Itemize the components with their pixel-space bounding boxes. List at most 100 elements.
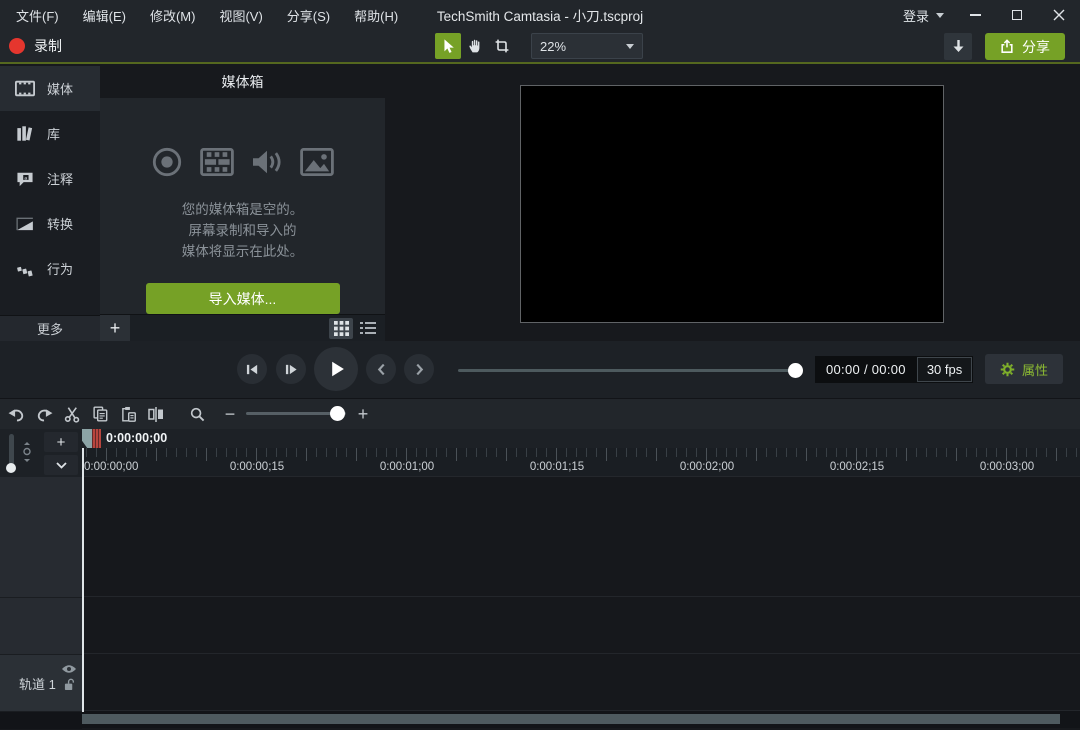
playback-bar: 00:00 / 00:00 30 fps 属性 [0, 341, 1080, 398]
menu-help[interactable]: 帮助(H) [342, 0, 410, 32]
play-button[interactable] [314, 347, 358, 391]
list-view-button[interactable] [356, 318, 380, 339]
timeline-empty-area[interactable] [82, 477, 1080, 597]
menu-edit[interactable]: 编辑(E) [71, 0, 138, 32]
grid-view-button[interactable] [329, 318, 353, 339]
seek-slider[interactable] [458, 369, 800, 372]
undo-button[interactable] [3, 401, 29, 427]
sidebar-item-behaviors[interactable]: 行为 [0, 246, 100, 291]
step-forward-button[interactable] [276, 354, 306, 384]
copy-icon [93, 406, 108, 422]
sidebar-item-annotations[interactable]: a 注释 [0, 156, 100, 201]
cut-button[interactable] [59, 401, 85, 427]
media-bin-empty-text: 您的媒体箱是空的。 屏幕录制和导入的 媒体将显示在此处。 [182, 199, 304, 262]
annotation-icon: a [14, 171, 36, 187]
redo-icon [36, 407, 53, 422]
timeline-zoom-thumb[interactable] [330, 406, 345, 421]
track-header-spacer [0, 598, 82, 655]
sidebar-item-label: 行为 [47, 259, 73, 278]
redo-button[interactable] [31, 401, 57, 427]
plus-icon: + [57, 434, 66, 451]
zoom-out-button[interactable]: − [217, 401, 243, 427]
timeline-empty-area[interactable] [82, 597, 1080, 654]
caret-down-icon [626, 44, 634, 49]
preview-canvas[interactable] [520, 85, 944, 323]
media-bin-title: 媒体箱 [100, 66, 385, 98]
eye-icon[interactable] [61, 664, 77, 674]
track-header-spacer [0, 477, 82, 598]
add-track-button[interactable]: + [44, 432, 78, 452]
timeline-ruler[interactable]: 0:00:00;00 0:00:00;15 0:00:01;00 0:00:01… [82, 448, 1080, 477]
record-button[interactable]: 录制 [9, 30, 62, 62]
playhead-in-handle[interactable] [82, 429, 92, 448]
behaviors-icon [14, 261, 36, 277]
ruler-label: 0:00:01;00 [380, 461, 434, 473]
playhead-handle[interactable] [82, 429, 101, 448]
menu-bar: 文件(F) 编辑(E) 修改(M) 视图(V) 分享(S) 帮助(H) [0, 0, 410, 32]
login-menu[interactable]: 登录 [893, 6, 954, 25]
add-media-button[interactable]: + [100, 315, 130, 341]
timeline-toolbar: − + [0, 398, 1080, 429]
seek-slider-thumb[interactable] [788, 363, 803, 378]
sidebar-item-transitions[interactable]: 转换 [0, 201, 100, 246]
canvas-zoom-dropdown[interactable]: 22% [531, 33, 643, 59]
media-bin-empty-state: 您的媒体箱是空的。 屏幕录制和导入的 媒体将显示在此处。 导入媒体... [100, 98, 385, 314]
timeline-zoom-button[interactable] [184, 401, 210, 427]
import-media-button[interactable]: 导入媒体... [146, 283, 340, 314]
sidebar-item-library[interactable]: 库 [0, 111, 100, 156]
ruler-label: 0:00:02;00 [680, 461, 734, 473]
video-icon [200, 148, 234, 176]
paste-button[interactable] [115, 401, 141, 427]
plus-icon: + [358, 404, 369, 425]
list-view-icon [360, 321, 376, 335]
jump-start-button[interactable] [366, 354, 396, 384]
menu-share[interactable]: 分享(S) [275, 0, 342, 32]
ruler-label: 0:00:03;00 [980, 461, 1034, 473]
lock-open-icon[interactable] [64, 678, 75, 691]
track-height-slider-thumb[interactable] [6, 463, 16, 473]
horizontal-scrollbar[interactable] [82, 714, 1060, 724]
minimize-button[interactable] [954, 0, 996, 30]
split-button[interactable] [143, 401, 169, 427]
sidebar-more-label: 更多 [37, 319, 63, 338]
undo-icon [8, 407, 25, 422]
hand-icon [467, 38, 483, 54]
copy-button[interactable] [87, 401, 113, 427]
zoom-fit-icon [22, 442, 32, 462]
timeline-header-column: + 轨道 1 [0, 429, 82, 730]
fps-value[interactable]: 30 fps [917, 357, 972, 382]
crop-tool-button[interactable] [489, 33, 515, 59]
track-options-button[interactable] [44, 455, 78, 475]
sidebar-more-button[interactable]: 更多 [0, 315, 100, 341]
chevron-down-icon [56, 462, 67, 469]
playhead-out-handle[interactable] [92, 429, 101, 448]
jump-end-button[interactable] [404, 354, 434, 384]
canvas-stage [385, 66, 1080, 341]
content-area: 媒体 库 a 注释 转换 [0, 66, 1080, 341]
zoom-in-button[interactable]: + [350, 401, 376, 427]
track-1-lane[interactable] [82, 654, 1080, 711]
maximize-button[interactable] [996, 0, 1038, 30]
sidebar-item-media[interactable]: 媒体 [0, 66, 100, 111]
caret-down-icon [936, 13, 944, 18]
share-button[interactable]: 分享 [985, 33, 1065, 60]
chevron-right-icon [415, 363, 424, 376]
menu-view[interactable]: 视图(V) [207, 0, 274, 32]
ruler-label: 0:00:02;15 [830, 461, 884, 473]
media-bin-panel: 媒体箱 您的媒体箱是空的。 屏幕录制和导入的 媒体将显示在此处。 导入媒体... [100, 66, 385, 341]
playhead-line[interactable] [82, 448, 84, 712]
download-button[interactable] [944, 33, 972, 60]
menu-modify[interactable]: 修改(M) [138, 0, 208, 32]
select-tool-button[interactable] [435, 33, 461, 59]
timeline-content: 0:00:00;00 0:00:00;00 0:00:00;15 0:00:01… [82, 429, 1080, 730]
svg-text:a: a [24, 176, 27, 181]
track-1-header[interactable]: 轨道 1 [0, 655, 82, 712]
cursor-icon [440, 38, 456, 54]
menu-file[interactable]: 文件(F) [4, 0, 71, 32]
split-icon [148, 407, 164, 422]
download-icon [952, 40, 965, 54]
close-button[interactable] [1038, 0, 1080, 30]
properties-button[interactable]: 属性 [985, 354, 1063, 384]
step-back-button[interactable] [237, 354, 267, 384]
pan-tool-button[interactable] [462, 33, 488, 59]
